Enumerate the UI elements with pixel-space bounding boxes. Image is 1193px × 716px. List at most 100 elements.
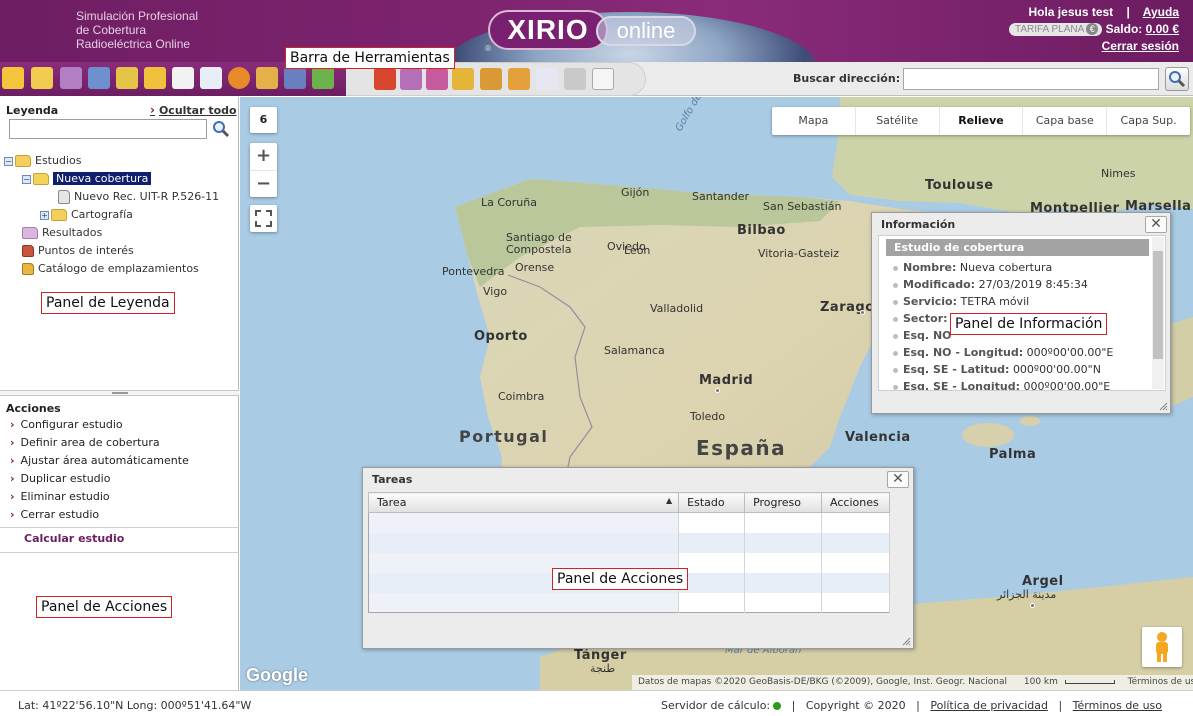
splitter-grip-icon [112,392,128,394]
balance-value[interactable]: 0.00 € [1146,22,1179,36]
action-close[interactable]: › Cerrar estudio [10,506,99,524]
street-view-button[interactable] [1142,627,1182,667]
map-type-capa-base[interactable]: Capa base [1023,107,1108,135]
tree-item-resultados[interactable]: Resultados [22,224,102,242]
action-label: Duplicar estudio [20,472,111,485]
help-link[interactable]: Ayuda [1143,5,1179,19]
footer-separator: | [916,699,920,712]
calculator-icon [58,190,70,204]
tree-item-recommendation[interactable]: Nuevo Rec. UIT-R P.526-11 [58,188,219,206]
map-type-satelite[interactable]: Satélite [856,107,940,135]
legend-title: Leyenda [6,104,59,117]
copyright: Copyright © 2020 [805,699,906,712]
open-folder-icon[interactable] [31,67,53,89]
user-config-icon[interactable] [256,67,278,89]
tree-label: Cartografía [71,208,133,221]
eraser-icon[interactable] [426,68,448,90]
map-label-city: Gijón [621,186,650,199]
tasks-panel-title: Tareas [372,473,413,486]
logout-link[interactable]: Cerrar sesión [1102,39,1179,53]
map-label-city: Argel [1022,574,1064,589]
column-label: Tarea [377,496,407,509]
calculate-study-button[interactable]: Calcular estudio [24,532,124,545]
map-layer-icon[interactable] [312,67,334,89]
footer-separator: | [1058,699,1063,712]
mail-icon[interactable] [592,68,614,90]
collapse-icon[interactable]: − [22,174,31,184]
folder-icon [51,209,67,221]
gears-icon[interactable] [284,67,306,89]
fullscreen-button[interactable] [250,205,277,232]
book-icon[interactable] [88,67,110,89]
map-type-capa-sup[interactable]: Capa Sup. [1107,107,1190,135]
action-delete[interactable]: › Eliminar estudio [10,488,110,506]
map-label-city: Santander [692,190,749,203]
legend-filter-input[interactable] [9,119,207,139]
map-label-city: León [624,244,651,257]
address-search-input[interactable] [903,68,1159,90]
resize-handle-icon[interactable] [1158,401,1168,411]
tree-item-catalogo[interactable]: Catálogo de emplazamientos [22,260,199,278]
tree-item-puntos[interactable]: Puntos de interés [22,242,134,260]
map-label-city: Coimbra [498,390,545,403]
map-terms-link[interactable]: Términos de uso [1128,677,1193,687]
action-duplicate[interactable]: › Duplicar estudio [10,470,110,488]
info-row-label: Sector: [903,312,948,325]
app-header: Simulación Profesional de Cobertura Radi… [0,0,1193,62]
zoom-out-button[interactable]: − [250,170,277,197]
column-header-tarea[interactable]: Tarea ▲ [367,492,680,513]
panel-splitter[interactable] [0,390,239,396]
tasks-close-button[interactable]: ✕ [887,471,909,488]
export-icon[interactable] [144,67,166,89]
info-close-button[interactable]: ✕ [1145,216,1167,233]
server-status-icon [773,702,782,710]
attribution-text: Datos de mapas ©2020 GeoBasis-DE/BKG (©2… [638,677,1008,687]
privacy-link[interactable]: Política de privacidad [930,699,1048,712]
flag-icon[interactable] [374,68,396,90]
logo-main: XIRIO [488,10,608,50]
google-logo: Google [246,665,308,685]
search-icon[interactable] [211,119,231,139]
tree-item-estudios[interactable]: − Estudios [4,152,81,170]
info-scrollbar[interactable] [1152,237,1164,389]
key-icon[interactable] [452,68,474,90]
expand-icon[interactable]: + [40,210,49,220]
import-icon[interactable] [116,67,138,89]
tree-item-nueva-cobertura[interactable]: − Nueva cobertura [22,170,152,188]
tree-label-selected: Nueva cobertura [53,172,152,185]
report-icon[interactable] [536,68,558,90]
sort-ascending-icon[interactable]: ▲ [666,496,672,505]
column-header-progreso[interactable]: Progreso [744,492,823,513]
zoom-in-button[interactable]: + [250,143,277,170]
collapse-icon[interactable]: − [4,156,13,166]
bag-icon[interactable] [508,68,530,90]
tree-item-cartografia[interactable]: + Cartografía [40,206,133,224]
purple-folder-icon[interactable] [60,67,82,89]
column-header-estado[interactable]: Estado [678,492,746,513]
action-label: Configurar estudio [20,418,123,431]
new-folder-icon[interactable] [2,67,24,89]
edit-icon[interactable] [400,68,422,90]
map-label-city: Toulouse [925,178,994,193]
action-define-area[interactable]: › Definir area de cobertura [10,434,160,452]
address-search-button[interactable] [1165,67,1189,91]
map-type-mapa[interactable]: Mapa [772,107,856,135]
hide-all-link[interactable]: › Ocultar todo [150,103,237,117]
action-configure-study[interactable]: › Configurar estudio [10,416,123,434]
resize-handle-icon[interactable] [901,636,911,646]
column-header-acciones[interactable]: Acciones [821,492,890,513]
action-auto-fit[interactable]: › Ajustar área automáticamente [10,452,189,470]
table-icon[interactable] [200,67,222,89]
chart-icon[interactable] [480,68,502,90]
actions-title: Acciones [6,402,61,415]
coverage-study-icon [33,173,49,185]
info-row: Esq. NO [893,329,952,342]
scrollbar-thumb[interactable] [1153,251,1163,359]
refresh-icon[interactable] [228,67,250,89]
calendar-icon[interactable] [172,67,194,89]
tagline-line: de Cobertura [76,23,147,37]
map-type-relieve[interactable]: Relieve [940,107,1024,135]
bullet-icon [893,384,898,390]
print-icon[interactable] [564,68,586,90]
terms-link[interactable]: Términos de uso [1073,699,1162,712]
